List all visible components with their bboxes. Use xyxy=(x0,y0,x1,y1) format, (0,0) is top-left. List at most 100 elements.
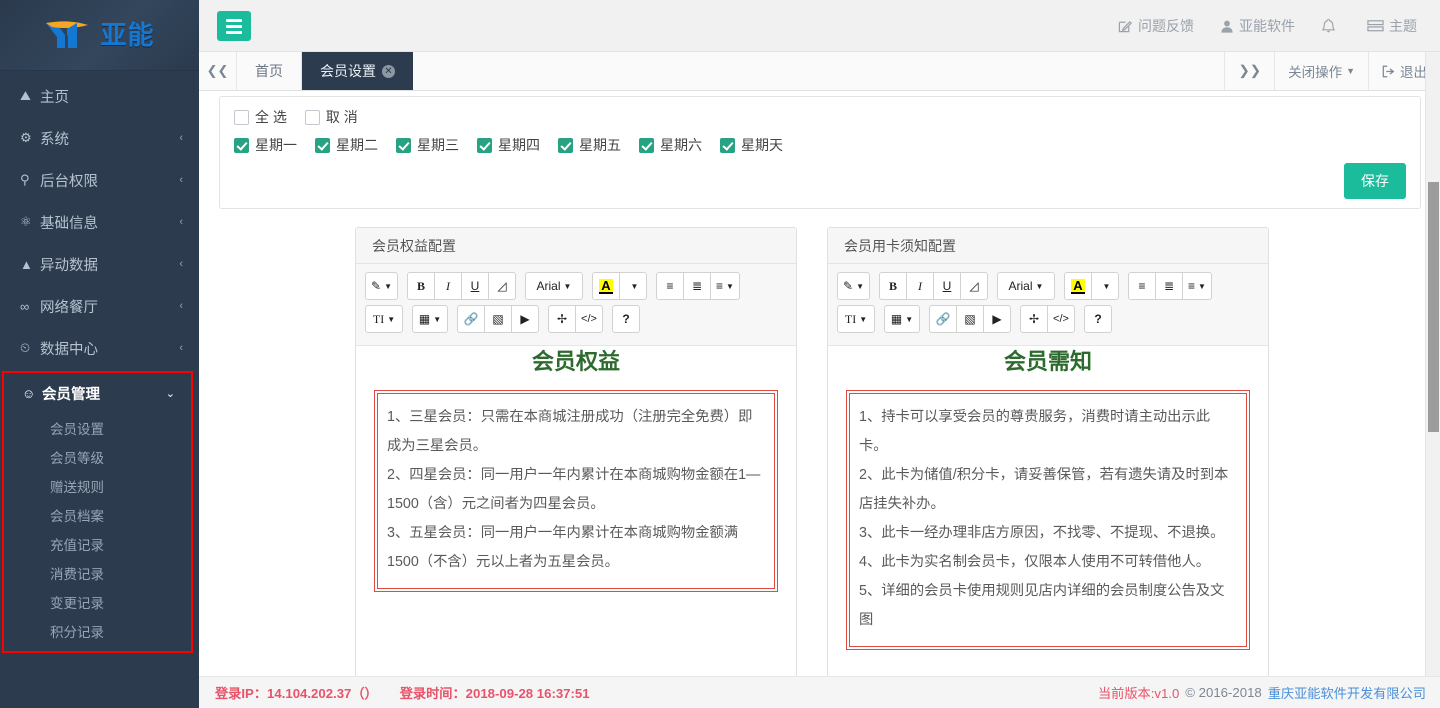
video-icon[interactable]: ▶ xyxy=(511,305,539,333)
editor-body[interactable]: 会员权益 1、三星会员：只需在本商城注册成功（注册完全免费）即成为三星会员。 2… xyxy=(356,346,796,676)
sidebar-subitem-change-records[interactable]: 变更记录 xyxy=(4,587,191,616)
bold-icon[interactable]: B xyxy=(878,272,907,300)
fullscreen-icon[interactable]: ✢ xyxy=(1020,305,1048,333)
font-family-select[interactable]: Arial ▼ xyxy=(996,272,1055,300)
doc-paragraph: 5、详细的会员卡使用规则见店内详细的会员制度公告及文图 xyxy=(859,583,1225,628)
company-link[interactable]: 重庆亚能软件开发有限公司 xyxy=(1268,683,1426,702)
weekday-label: 星期六 xyxy=(660,137,702,153)
sidebar-subitem-consumption-records[interactable]: 消费记录 xyxy=(4,558,191,587)
sidebar-subitem-member-settings[interactable]: 会员设置 xyxy=(4,413,191,442)
table-icon[interactable]: ▦ ▼ xyxy=(884,305,920,333)
tab-home[interactable]: 首页 xyxy=(237,52,302,90)
user-account-button[interactable]: 亚能软件 xyxy=(1207,0,1308,52)
text-size-icon[interactable]: TI ▼ xyxy=(837,305,875,333)
doc-paragraph: 2、此卡为储值/积分卡，请妥善保管，若有遗失请及时到本店挂失补办。 xyxy=(859,467,1229,512)
chevron-icon: ‹ xyxy=(179,258,183,270)
toolbar-group-media: 🔗 ▧ ▶ xyxy=(457,305,539,333)
save-button[interactable]: 保存 xyxy=(1344,163,1406,199)
sidebar-item-label: 数据中心 xyxy=(40,341,98,358)
sidebar-item-online-restaurant[interactable]: ∞ 网络餐厅 ‹ xyxy=(0,285,199,327)
checkbox-box xyxy=(639,137,654,153)
text-color-icon[interactable]: A xyxy=(1063,272,1092,300)
sidebar-item-permissions[interactable]: ⚲ 后台权限 ‹ xyxy=(0,159,199,201)
weekday-checkbox-fri[interactable]: 星期五 xyxy=(558,135,621,155)
link-icon[interactable]: 🔗 xyxy=(457,305,485,333)
tab-label: 会员设置 xyxy=(320,63,376,79)
text-color-icon[interactable]: A xyxy=(591,272,620,300)
eraser-icon[interactable]: ◿ xyxy=(959,272,988,300)
align-icon[interactable]: ≡ ▼ xyxy=(709,272,740,300)
sidebar-item-anomaly-data[interactable]: ▲ 异动数据 ‹ xyxy=(0,243,199,285)
image-icon[interactable]: ▧ xyxy=(956,305,984,333)
weekday-checkbox-wed[interactable]: 星期三 xyxy=(396,135,459,155)
underline-icon[interactable]: U xyxy=(932,272,961,300)
cancel-all-checkbox[interactable]: 取 消 xyxy=(304,107,358,127)
table-icon[interactable]: ▦ ▼ xyxy=(412,305,448,333)
font-family-select[interactable]: Arial ▼ xyxy=(524,272,583,300)
editor-toolbar: ✎ ▼ B I U ◿ Arial ▼ A ▼ ≡ ≣ ≡ ▼ TI ▼ ▦ ▼… xyxy=(828,264,1268,346)
align-icon[interactable]: ≡ ▼ xyxy=(1181,272,1212,300)
checkbox-box xyxy=(396,137,411,153)
source-code-icon[interactable]: </> xyxy=(575,305,603,333)
style-picker-icon[interactable]: ✎ ▼ xyxy=(837,272,870,300)
unordered-list-icon[interactable]: ≡ xyxy=(1127,272,1156,300)
unordered-list-icon[interactable]: ≡ xyxy=(655,272,684,300)
video-icon[interactable]: ▶ xyxy=(983,305,1011,333)
text-size-icon[interactable]: TI ▼ xyxy=(365,305,403,333)
main-content: 全 选 取 消 星期一 星期二 星期三 星期四 星期五 星期六 星期天 保存 会… xyxy=(199,91,1440,676)
double-chevron-left-icon: ❮❮ xyxy=(206,63,229,78)
footer-right: 当前版本:v1.0 © 2016-2018 重庆亚能软件开发有限公司 xyxy=(1098,683,1426,702)
notifications-button[interactable] xyxy=(1308,0,1354,52)
image-icon[interactable]: ▧ xyxy=(484,305,512,333)
app-root: 亚能 ⛰ 主页 ⚙ 系统 ‹ ⚲ 后台权限 ‹ ⚛ 基础信息 ‹ ▲ 异动数据 … xyxy=(0,0,1440,708)
sidebar-toggle-button[interactable] xyxy=(217,11,251,41)
close-circle-icon[interactable]: ✕ xyxy=(382,64,395,78)
weekday-checkbox-mon[interactable]: 星期一 xyxy=(234,135,297,155)
scrollbar-thumb[interactable] xyxy=(1428,182,1439,432)
weekday-label: 星期三 xyxy=(417,137,459,153)
weekday-checkbox-sun[interactable]: 星期天 xyxy=(720,135,783,155)
tab-scroll-right-button[interactable]: ❯❯ xyxy=(1224,52,1274,90)
sidebar-item-system[interactable]: ⚙ 系统 ‹ xyxy=(0,117,199,159)
style-picker-icon[interactable]: ✎ ▼ xyxy=(365,272,398,300)
sidebar-item-basic-info[interactable]: ⚛ 基础信息 ‹ xyxy=(0,201,199,243)
underline-icon[interactable]: U xyxy=(460,272,489,300)
tab-scroll-left-button[interactable]: ❮❮ xyxy=(199,52,237,90)
tab-member-settings[interactable]: 会员设置 ✕ xyxy=(302,52,413,90)
source-code-icon[interactable]: </> xyxy=(1047,305,1075,333)
fullscreen-icon[interactable]: ✢ xyxy=(548,305,576,333)
sidebar-item-home[interactable]: ⛰ 主页 xyxy=(0,75,199,117)
select-all-checkbox[interactable]: 全 选 xyxy=(234,107,287,127)
page-scrollbar[interactable] xyxy=(1425,52,1440,676)
help-icon[interactable]: ? xyxy=(612,305,640,333)
logo[interactable]: 亚能 xyxy=(0,0,199,71)
weekday-checkbox-sat[interactable]: 星期六 xyxy=(639,135,702,155)
weekday-checkbox-thu[interactable]: 星期四 xyxy=(477,135,540,155)
sidebar-subitem-recharge-records[interactable]: 充值记录 xyxy=(4,529,191,558)
sidebar-item-member-management[interactable]: ☺ 会员管理 ⌄ xyxy=(4,373,191,413)
weekday-row: 星期一 星期二 星期三 星期四 星期五 星期六 星期天 xyxy=(220,127,1420,155)
sidebar-subitem-points-records[interactable]: 积分记录 xyxy=(4,616,191,645)
text-color-dropdown-icon[interactable]: ▼ xyxy=(1090,272,1119,300)
close-operations-dropdown[interactable]: 关闭操作 ▼ xyxy=(1274,52,1368,90)
sidebar-subitem-member-levels[interactable]: 会员等级 xyxy=(4,442,191,471)
theme-button[interactable]: 主题 xyxy=(1354,0,1430,52)
chevron-down-icon: ▼ xyxy=(1346,66,1355,76)
feedback-button[interactable]: 问题反馈 xyxy=(1105,0,1207,52)
weekday-checkbox-tue[interactable]: 星期二 xyxy=(315,135,378,155)
bold-icon[interactable]: B xyxy=(406,272,435,300)
link-icon[interactable]: 🔗 xyxy=(929,305,957,333)
toolbar-row-1: ✎ ▼ B I U ◿ Arial ▼ A ▼ ≡ ≣ ≡ ▼ xyxy=(365,272,787,300)
sidebar-item-data-center[interactable]: ⏲ 数据中心 ‹ xyxy=(0,327,199,369)
eraser-icon[interactable]: ◿ xyxy=(487,272,516,300)
text-color-dropdown-icon[interactable]: ▼ xyxy=(618,272,647,300)
sidebar-subitem-member-profiles[interactable]: 会员档案 xyxy=(4,500,191,529)
editor-body[interactable]: 会员需知 1、持卡可以享受会员的尊贵服务，消费时请主动出示此卡。 2、此卡为储值… xyxy=(828,346,1268,676)
italic-icon[interactable]: I xyxy=(905,272,934,300)
italic-icon[interactable]: I xyxy=(433,272,462,300)
ordered-list-icon[interactable]: ≣ xyxy=(1154,272,1183,300)
sidebar-subitem-gift-rules[interactable]: 赠送规则 xyxy=(4,471,191,500)
help-icon[interactable]: ? xyxy=(1084,305,1112,333)
ordered-list-icon[interactable]: ≣ xyxy=(682,272,711,300)
sidebar-item-label: 基础信息 xyxy=(40,215,98,232)
